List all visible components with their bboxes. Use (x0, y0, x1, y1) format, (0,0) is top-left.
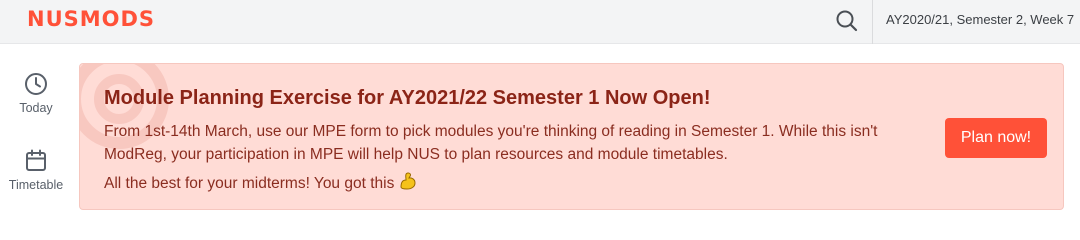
banner-note-text: All the best for your midterms! You got … (104, 175, 395, 192)
banner-description: From 1st-14th March, use our MPE form to… (104, 123, 878, 163)
semester-indicator: AY2020/21, Semester 2, Week 7 (886, 12, 1075, 27)
sidebar-item-label: Timetable (8, 178, 64, 192)
banner-note: All the best for your midterms! You got … (104, 171, 418, 196)
plan-now-button[interactable]: Plan now! (945, 118, 1047, 158)
nusmods-logo[interactable]: NUSMODS (27, 7, 155, 31)
navbar-divider (872, 0, 873, 44)
sidebar-item-timetable[interactable]: Timetable (0, 148, 72, 192)
sidebar-item-today[interactable]: Today (0, 71, 72, 115)
sidebar-item-label: Today (19, 101, 53, 115)
clock-icon (25, 73, 47, 95)
flexed-biceps-icon (398, 171, 418, 196)
sidebar-nav: Today Timetable (0, 44, 72, 223)
banner-title: Module Planning Exercise for AY2021/22 S… (104, 87, 711, 109)
mpe-announcement-banner: Module Planning Exercise for AY2021/22 S… (79, 63, 1064, 210)
calendar-icon (26, 149, 46, 171)
search-button[interactable] (834, 8, 860, 34)
search-icon (836, 10, 858, 32)
top-navbar: NUSMODS AY2020/21, Semester 2, Week 7 (0, 0, 1080, 44)
